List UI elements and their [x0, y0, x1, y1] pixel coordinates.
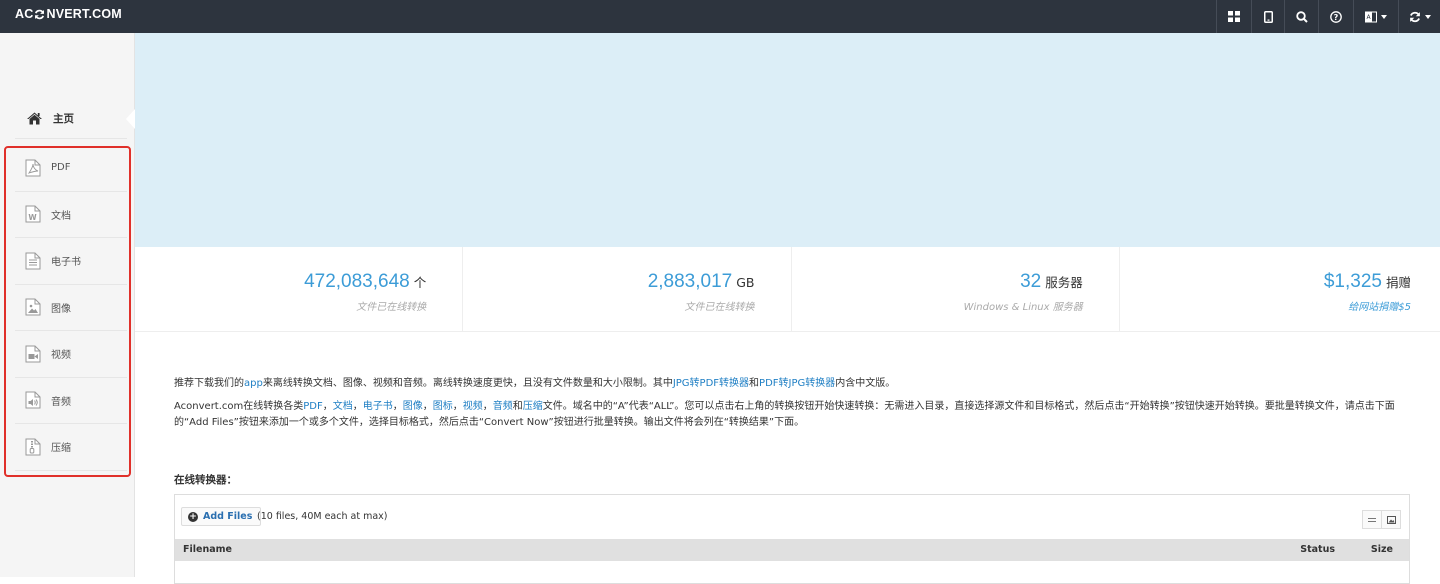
site-logo[interactable]: AC NVERT.COM	[15, 7, 122, 21]
ebook-link[interactable]: 电子书	[363, 401, 393, 412]
stat-value: 472,083,648	[304, 271, 410, 292]
active-indicator	[126, 109, 135, 129]
search-button[interactable]	[1284, 0, 1318, 33]
tablet-button[interactable]	[1251, 0, 1284, 33]
sidebar-item-label: 主页	[53, 113, 74, 125]
column-filename: Filename	[183, 544, 232, 555]
list-view-button[interactable]	[1362, 510, 1382, 529]
stat-value: 2,883,017	[647, 271, 733, 292]
text: 和	[512, 401, 523, 412]
file-table-header: Filename Status Size	[175, 539, 1409, 561]
jpg-to-pdf-link[interactable]: JPG转PDF转换器	[673, 378, 749, 389]
logo-text-left: AC	[15, 7, 34, 21]
stat-value: 32	[1020, 271, 1042, 292]
stat-unit: 服务器	[1045, 275, 1083, 290]
language-icon: A	[1365, 11, 1377, 22]
stat-caption: 文件已在线转换	[684, 302, 755, 313]
text: ，	[482, 401, 493, 412]
text: ，	[452, 401, 463, 412]
stat-unit: 捐赠	[1385, 275, 1411, 290]
grid-icon	[1228, 11, 1240, 22]
stat-caption: Windows & Linux 服务器	[963, 302, 1083, 313]
text: Aconvert.com在线转换各类	[174, 401, 304, 412]
grid-button[interactable]	[1216, 0, 1251, 33]
chevron-down-icon	[1424, 14, 1431, 19]
highlight-box	[4, 146, 131, 477]
document-link[interactable]: 文档	[333, 401, 353, 412]
logo-sync-icon	[35, 9, 45, 19]
intro-paragraph-2: Aconvert.com在线转换各类PDF，文档，电子书，图像，图标，视频，音频…	[174, 399, 1410, 431]
stat-donations: $1,325 捐赠 给网站捐赠$5	[1120, 247, 1440, 331]
tablet-icon	[1263, 10, 1273, 23]
intro-paragraph-1: 推荐下载我们的app来离线转换文档、图像、视频和音频。离线转换速度更快，且没有文…	[174, 376, 1410, 392]
stat-unit: 个	[413, 275, 427, 290]
text: ，	[422, 401, 433, 412]
top-navbar: AC NVERT.COM ? A	[0, 0, 1440, 33]
thumbnail-view-button[interactable]	[1381, 510, 1401, 529]
stat-servers: 32 服务器 Windows & Linux 服务器	[792, 247, 1120, 331]
svg-text:?: ?	[1334, 13, 1339, 22]
plus-icon: +	[188, 511, 198, 522]
image-link[interactable]: 图像	[403, 401, 423, 412]
logo-text-right: NVERT.COM	[46, 7, 122, 21]
language-button[interactable]: A	[1353, 0, 1398, 33]
text: ，	[322, 401, 333, 412]
file-limit-text: (10 files, 40M each at max)	[257, 511, 388, 522]
chevron-down-icon	[1381, 14, 1387, 19]
stat-unit: GB	[736, 275, 755, 290]
pdf-to-jpg-link[interactable]: PDF转JPG转换器	[759, 378, 835, 389]
converter-panel: + Add Files (10 files, 40M each at max) …	[174, 494, 1410, 584]
video-link[interactable]: 视频	[463, 401, 483, 412]
stat-caption: 文件已在线转换	[356, 302, 427, 313]
add-files-label: Add Files	[203, 511, 253, 522]
text: ，	[392, 401, 403, 412]
app-link[interactable]: app	[244, 378, 263, 389]
home-icon	[27, 112, 42, 125]
refresh-icon	[1409, 11, 1420, 22]
sidebar-item-home[interactable]: 主页	[15, 99, 127, 139]
help-icon: ?	[1330, 10, 1342, 23]
audio-link[interactable]: 音频	[493, 401, 513, 412]
converter-title: 在线转换器：	[174, 474, 237, 486]
text: ，	[352, 401, 363, 412]
archive-link[interactable]: 压缩	[523, 401, 543, 412]
help-button[interactable]: ?	[1318, 0, 1353, 33]
stat-value: $1,325	[1323, 271, 1382, 292]
banner-area	[135, 33, 1440, 247]
icon-link[interactable]: 图标	[433, 401, 453, 412]
refresh-button[interactable]	[1398, 0, 1440, 33]
view-toggle	[1362, 510, 1401, 529]
stat-data-volume: 2,883,017 GB 文件已在线转换	[463, 247, 792, 331]
sidebar: 主页 PDF W 文档 电子书 图像 视频 音频 压缩	[0, 33, 135, 577]
pdf-link[interactable]: PDF	[303, 401, 322, 412]
add-files-button[interactable]: + Add Files	[181, 507, 262, 526]
column-status: Status	[1300, 544, 1335, 555]
text: 和	[749, 378, 760, 389]
donate-link[interactable]: 给网站捐赠$5	[1120, 298, 1411, 313]
list-view-icon	[1368, 517, 1376, 522]
intro-text: 推荐下载我们的app来离线转换文档、图像、视频和音频。离线转换速度更快，且没有文…	[174, 376, 1410, 431]
text: 来离线转换文档、图像、视频和音频。离线转换速度更快，且没有文件数量和大小限制。其…	[262, 378, 673, 389]
text: 推荐下载我们的	[174, 378, 244, 389]
image-view-icon	[1386, 515, 1396, 524]
stats-row: 472,083,648 个 文件已在线转换 2,883,017 GB 文件已在线…	[135, 247, 1440, 332]
text: 内含中文版。	[835, 378, 896, 389]
column-size: Size	[1370, 544, 1393, 555]
stat-files-count: 472,083,648 个 文件已在线转换	[135, 247, 464, 331]
search-icon	[1295, 10, 1308, 23]
